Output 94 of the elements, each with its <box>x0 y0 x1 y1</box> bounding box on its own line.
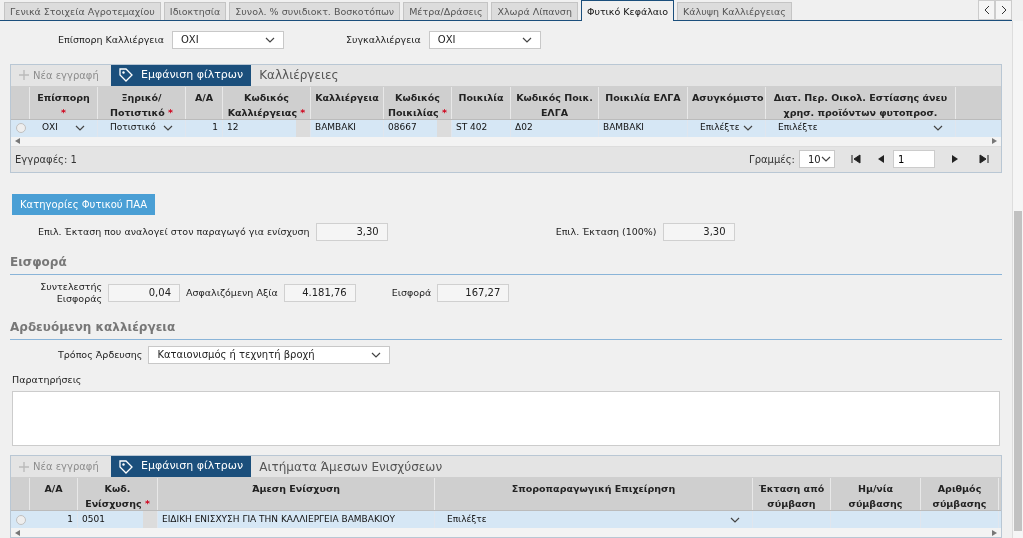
select-cell[interactable]: ΟΧΙ <box>30 119 98 137</box>
rows-label: Γραμμές: <box>749 152 795 167</box>
column-header[interactable]: Επίσπορη * <box>30 86 98 119</box>
column-header[interactable]: Έκταση από σύμβαση <box>753 478 831 510</box>
input-cell[interactable]: 08667 <box>384 119 452 137</box>
table-cell: ΒΑΜΒΑΚΙ <box>599 119 688 137</box>
chevron-down-icon <box>730 516 740 523</box>
plus-icon <box>19 461 29 472</box>
table-cell: ST 402 <box>452 119 511 137</box>
column-header[interactable]: Ποικιλία ΕΛΓΑ <box>599 86 688 119</box>
readonly-field: 167,27 <box>437 283 510 302</box>
tag-icon <box>119 68 133 83</box>
field-label: Παρατηρήσεις <box>12 372 83 387</box>
plus-icon <box>19 70 29 81</box>
horizontal-scrollbar[interactable] <box>11 528 1001 537</box>
readonly-field: 3,30 <box>662 222 735 241</box>
vertical-scrollbar[interactable] <box>1012 21 1023 538</box>
field-label: Επιλ. Έκταση (100%) <box>555 224 657 239</box>
chevron-down-icon <box>75 125 85 132</box>
tab[interactable]: Γενικά Στοιχεία Αγροτεμαχίου <box>4 2 161 20</box>
table-row[interactable]: 1 0501 ΕΙΔΙΚΗ ΕΝΙΣΧΥΣΗ ΓΙΑ ΤΗΝ ΚΑΛΛΙΕΡΓΕΙΑ ΒΑΜΒΑΚΙΟΥ Επιλέξτε <box>11 511 1001 528</box>
previous-page-icon[interactable] <box>877 154 885 165</box>
table-cell: 1 <box>186 119 223 137</box>
column-header[interactable]: Κωδικός Ποικ. ΕΛΓΑ <box>511 86 599 119</box>
scroll-right-icon[interactable] <box>992 138 997 145</box>
readonly-field: 0,04 <box>108 283 180 302</box>
dropdown-field[interactable]: ΟΧΙ <box>171 30 284 49</box>
field-label: Ασφαλιζόμενη Αξία <box>186 285 278 300</box>
column-header[interactable]: Α/Α <box>30 478 78 510</box>
tab[interactable]: Συνολ. % συνιδιοκτ. Βοσκοτόπων <box>229 2 401 20</box>
tab[interactable]: Ιδιοκτησία <box>163 2 227 20</box>
grid-title: Αιτήματα Άμεσων Ενισχύσεων <box>258 458 444 476</box>
column-header[interactable]: Άμεση Ενίσχυση <box>158 478 435 510</box>
column-header[interactable]: Α/Α <box>186 86 223 119</box>
field-label: Επίσπορη Καλλιέργεια <box>58 32 164 47</box>
column-header[interactable]: Ποικιλία <box>452 86 511 119</box>
row-radio[interactable] <box>15 123 26 134</box>
column-header[interactable]: Ημ/νία σύμβασης <box>831 478 921 510</box>
scroll-right-icon[interactable] <box>992 529 997 536</box>
column-header[interactable]: Σποροπαραγωγική Επιχείρηση <box>435 478 753 510</box>
chevron-down-icon <box>264 36 275 43</box>
tab[interactable]: Κάλυψη Καλλιέργειας <box>677 2 792 20</box>
select-cell[interactable]: Επιλέξτε <box>766 119 956 137</box>
horizontal-scrollbar[interactable] <box>11 136 1001 146</box>
column-header[interactable]: Καλλιέργεια <box>311 86 384 119</box>
chevron-down-icon <box>743 125 753 132</box>
field-label: Συγκαλλιέργεια <box>345 32 421 47</box>
chevron-down-icon <box>371 351 382 358</box>
scroll-tabs-right-button[interactable] <box>995 0 1012 20</box>
field-label: Εισφορά <box>391 285 432 300</box>
section-heading: Εισφορά <box>10 253 68 271</box>
show-filters-button[interactable]: Εμφάνιση φίλτρων <box>111 456 252 477</box>
page-size-select[interactable]: 10 <box>799 150 835 169</box>
column-header[interactable]: Ασυγκόμιστο <box>688 86 766 119</box>
tab[interactable]: Μέτρα/Δράσεις <box>403 2 489 20</box>
table-cell: ΒΑΜΒΑΚΙ <box>311 119 384 137</box>
column-header[interactable]: Διατ. Περ. Οικολ. Εστίασης άνευ χρησ. προϊόντων φυτοπροσ. <box>766 86 956 119</box>
tag-icon <box>119 459 133 474</box>
chevron-right-icon <box>1000 5 1007 15</box>
chevron-left-icon <box>983 5 990 15</box>
field-label: Επιλ. Έκταση που αναλογεί στον παραγωγό για ενίσχυση <box>38 224 310 239</box>
section-heading: Αρδευόμενη καλλιέργεια <box>10 318 177 336</box>
last-page-icon[interactable] <box>979 154 989 165</box>
row-radio[interactable] <box>15 514 26 525</box>
select-cell[interactable]: Ποτιστικό <box>98 119 186 137</box>
scroll-tabs-left-button[interactable] <box>978 0 995 20</box>
grid-title: Καλλιέργειες <box>258 67 340 85</box>
column-header[interactable]: Αριθμός σύμβασης <box>921 478 999 510</box>
dropdown-field[interactable]: Καταιονισμός ή τεχνητή βροχή <box>148 345 391 364</box>
column-header[interactable]: Ξηρικό/ Ποτιστικό * <box>98 86 186 119</box>
chevron-down-icon <box>933 125 943 132</box>
tab[interactable]: Φυτικό Κεφάλαιο <box>580 0 675 21</box>
readonly-field: 3,30 <box>315 222 388 241</box>
column-header[interactable]: Κωδικός Καλλιέργειας * <box>223 86 311 119</box>
page-input[interactable]: 1 <box>893 150 935 169</box>
scroll-left-icon[interactable] <box>15 138 20 145</box>
chevron-down-icon <box>163 125 173 132</box>
table-cell: Δ02 <box>511 119 599 137</box>
tab[interactable]: Χλωρά Λίπανση <box>491 2 578 20</box>
field-label: Συντελεστής Εισφοράς <box>39 280 102 305</box>
next-page-icon[interactable] <box>951 154 959 165</box>
scroll-left-icon[interactable] <box>15 529 20 536</box>
records-count: Εγγραφές: 1 <box>15 152 77 167</box>
first-page-icon[interactable] <box>851 154 861 165</box>
chevron-down-icon <box>521 36 532 43</box>
dropdown-field[interactable]: ΟΧΙ <box>428 30 541 49</box>
column-header[interactable]: Κωδικός Ποικιλίας * <box>384 86 452 119</box>
readonly-field: 4.181,76 <box>283 283 356 302</box>
select-cell[interactable]: Επιλέξτε <box>688 119 766 137</box>
column-header[interactable]: Κωδ. Ενίσχυσης * <box>78 478 158 510</box>
input-cell[interactable]: 12 <box>223 119 311 137</box>
field-label: Τρόπος Άρδευσης <box>58 347 143 362</box>
chevron-down-icon <box>820 156 831 163</box>
show-filters-button[interactable]: Εμφάνιση φίλτρων <box>111 64 252 86</box>
